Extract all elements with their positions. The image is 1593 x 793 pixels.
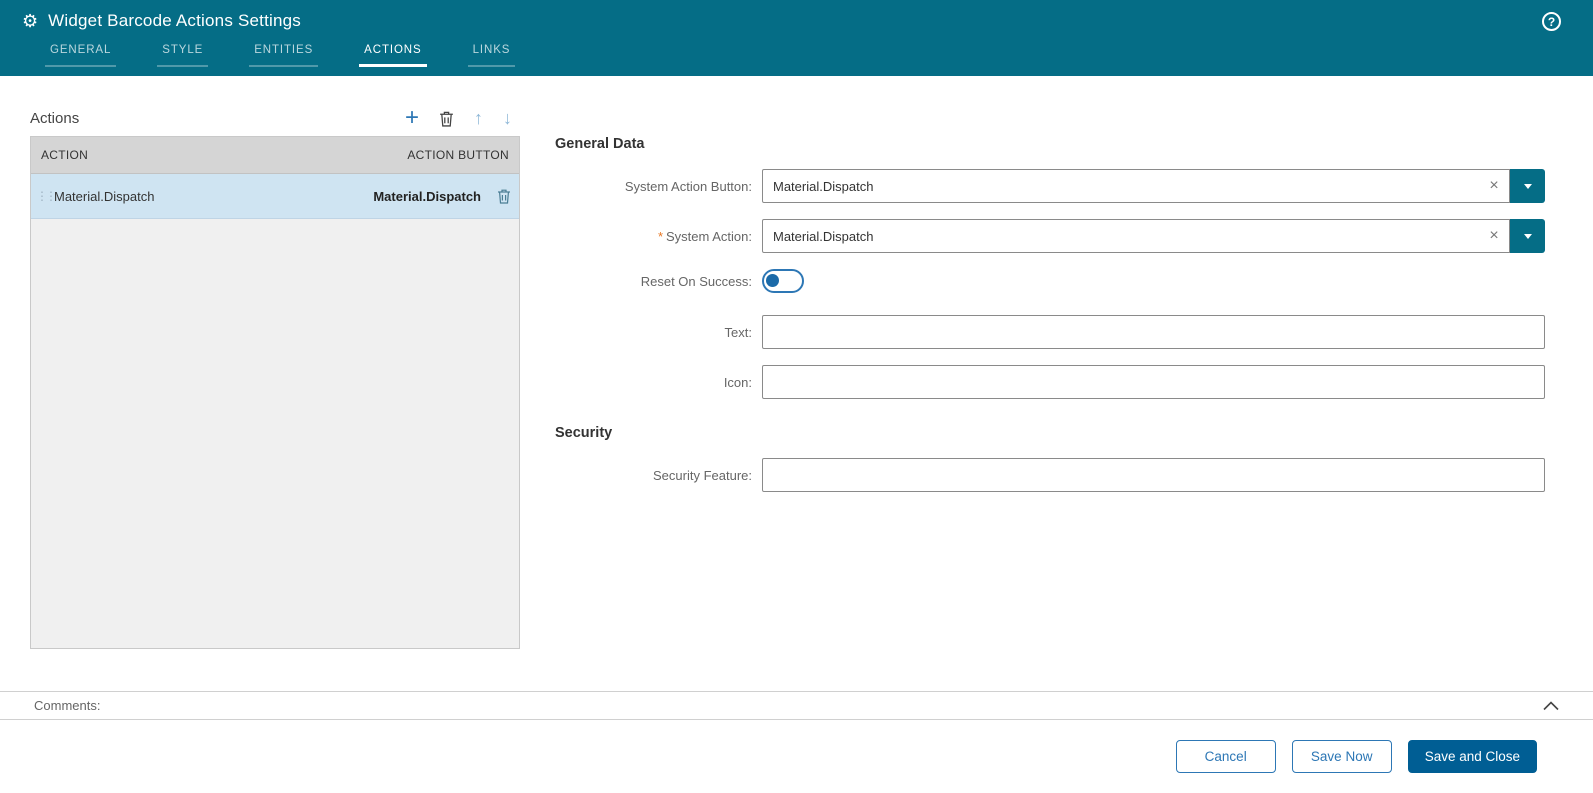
add-action-button[interactable]: + <box>405 106 419 130</box>
caret-down-icon <box>1524 184 1532 189</box>
tab-style[interactable]: STYLE <box>157 44 208 67</box>
cancel-button[interactable]: Cancel <box>1176 740 1276 773</box>
section-title-security: Security <box>555 425 1545 441</box>
icon-label: Icon: <box>555 375 762 390</box>
tab-general[interactable]: GENERAL <box>45 44 116 67</box>
footer-button-bar: Cancel Save Now Save and Close <box>0 720 1593 793</box>
tab-entities[interactable]: ENTITIES <box>249 44 318 67</box>
field-row-system-action-button: System Action Button: × <box>555 169 1545 203</box>
row-action-button-value: Material.Dispatch <box>373 189 481 204</box>
collapse-comments-button[interactable] <box>1543 701 1559 711</box>
clear-icon[interactable]: × <box>1479 227 1509 245</box>
trash-icon <box>439 110 454 127</box>
icon-input[interactable] <box>762 365 1545 399</box>
reset-on-success-label: Reset On Success: <box>555 274 762 289</box>
clear-icon[interactable]: × <box>1479 177 1509 195</box>
system-action-input[interactable] <box>763 220 1479 252</box>
required-asterisk: * <box>658 229 663 244</box>
field-row-reset-on-success: Reset On Success: <box>555 269 1545 293</box>
reset-on-success-toggle[interactable] <box>762 269 804 293</box>
column-header-action-button: ACTION BUTTON <box>407 148 509 162</box>
save-now-button[interactable]: Save Now <box>1292 740 1392 773</box>
security-feature-label: Security Feature: <box>555 468 762 483</box>
field-row-text: Text: <box>555 315 1545 349</box>
chevron-up-icon <box>1543 701 1559 711</box>
tab-links[interactable]: LINKS <box>468 44 516 67</box>
section-title-general-data: General Data <box>555 136 1545 152</box>
actions-table: ACTION ACTION BUTTON ⋮⋮ Material.Dispatc… <box>30 136 520 649</box>
comments-label: Comments: <box>34 698 1543 713</box>
gear-icon: ⚙ <box>22 12 38 30</box>
field-row-system-action: *System Action: × <box>555 219 1545 253</box>
system-action-button-dropdown[interactable] <box>1510 169 1545 203</box>
save-and-close-button[interactable]: Save and Close <box>1408 740 1537 773</box>
help-icon[interactable]: ? <box>1542 12 1561 31</box>
row-delete-button[interactable] <box>497 188 511 204</box>
security-feature-input[interactable] <box>762 458 1545 492</box>
tab-bar: GENERAL STYLE ENTITIES ACTIONS LINKS <box>0 44 1593 67</box>
system-action-button-input[interactable] <box>763 170 1479 202</box>
window-header: ⚙ Widget Barcode Actions Settings ? GENE… <box>0 0 1593 76</box>
window-title: Widget Barcode Actions Settings <box>48 11 301 31</box>
details-form: General Data System Action Button: × *Sy… <box>555 136 1545 508</box>
system-action-button-control: × <box>762 169 1545 203</box>
field-row-icon: Icon: <box>555 365 1545 399</box>
system-action-button-combobox: × <box>762 169 1510 203</box>
text-label: Text: <box>555 325 762 340</box>
delete-action-button[interactable] <box>439 110 454 127</box>
actions-toolbar: + ↑ ↓ <box>405 106 520 130</box>
header-title-row: ⚙ Widget Barcode Actions Settings <box>0 0 1593 31</box>
system-action-dropdown[interactable] <box>1510 219 1545 253</box>
move-down-button[interactable]: ↓ <box>503 109 512 127</box>
system-action-label: *System Action: <box>555 229 762 244</box>
table-row[interactable]: ⋮⋮ Material.Dispatch Material.Dispatch <box>31 174 519 219</box>
actions-table-header: ACTION ACTION BUTTON <box>31 137 519 174</box>
toggle-knob <box>766 274 779 287</box>
system-action-button-label: System Action Button: <box>555 179 762 194</box>
trash-icon <box>497 188 511 204</box>
text-input[interactable] <box>762 315 1545 349</box>
actions-panel-title: Actions <box>30 110 405 127</box>
system-action-control: × <box>762 219 1545 253</box>
system-action-combobox: × <box>762 219 1510 253</box>
column-header-action: ACTION <box>41 148 407 162</box>
comments-bar: Comments: <box>0 691 1593 720</box>
caret-down-icon <box>1524 234 1532 239</box>
field-row-security-feature: Security Feature: <box>555 458 1545 492</box>
actions-table-body: ⋮⋮ Material.Dispatch Material.Dispatch <box>31 174 519 648</box>
actions-panel-header: Actions + ↑ ↓ <box>30 100 520 136</box>
move-up-button[interactable]: ↑ <box>474 109 483 127</box>
system-action-label-text: System Action: <box>666 229 752 244</box>
drag-handle-icon[interactable]: ⋮⋮ <box>36 189 46 203</box>
row-action-value: Material.Dispatch <box>54 189 373 204</box>
tab-actions[interactable]: ACTIONS <box>359 44 426 67</box>
actions-panel: Actions + ↑ ↓ ACTION ACTION BUTTON ⋮⋮ Ma… <box>30 100 520 649</box>
